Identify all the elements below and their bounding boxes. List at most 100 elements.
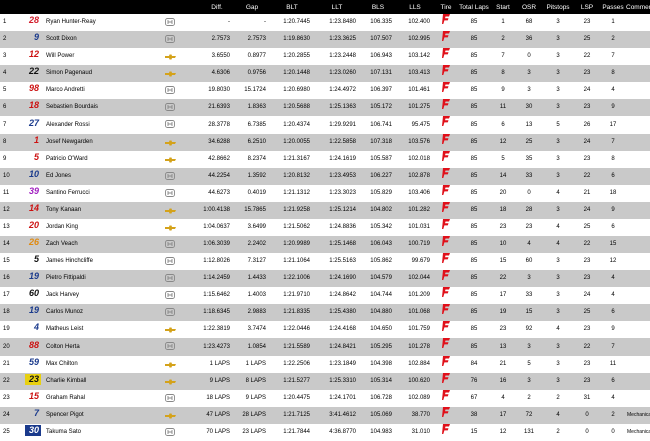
driver-name[interactable]: Josef Newgarden [44, 133, 140, 151]
engine-logo-icon [165, 291, 175, 300]
table-row[interactable]: 24 7 Spencer Pigot 47 LAPS 28 LAPS 1:21.… [0, 406, 650, 424]
table-row[interactable]: 21 59 Max Chilton 1 LAPS 1 LAPS 1:22.250… [0, 355, 650, 373]
blt: 1:21.8335 [270, 304, 314, 322]
table-row[interactable]: 3 12 Will Power 3.6550 0.8977 1:20.2855 … [0, 48, 650, 66]
osr: 28 [516, 201, 542, 219]
table-row[interactable]: 16 19 Pietro Fittipaldi 1:14.2459 1.4433… [0, 270, 650, 288]
driver-name[interactable]: Max Chilton [44, 355, 140, 373]
engine-logo-cell [140, 31, 200, 49]
col-start[interactable]: Start [490, 0, 516, 14]
driver-name[interactable]: Spencer Pigot [44, 406, 140, 424]
driver-name[interactable]: Santino Ferrucci [44, 184, 140, 202]
col-bls[interactable]: BLS [360, 0, 396, 14]
table-row[interactable]: 4 22 Simon Pagenaud 4.6306 0.9756 1:20.1… [0, 65, 650, 83]
lsp: 23 [574, 253, 600, 271]
car-number-cell: 26 [22, 236, 44, 254]
driver-name[interactable]: Jordan King [44, 218, 140, 237]
tire-cell [434, 355, 458, 373]
table-row[interactable]: 14 26 Zach Veach 1:06.3039 2.2402 1:20.9… [0, 236, 650, 254]
table-row[interactable]: 12 14 Tony Kanaan 1:00.4138 15.7865 1:21… [0, 201, 650, 219]
driver-name[interactable]: Pietro Fittipaldi [44, 270, 140, 288]
car-number-cell: 98 [22, 82, 44, 100]
table-row[interactable]: 25 30 Takuma Sato 70 LAPS 23 LAPS 1:21.7… [0, 423, 650, 441]
table-row[interactable]: 11 39 Santino Ferrucci 44.6273 0.4019 1:… [0, 184, 650, 202]
gap: 1.4003 [234, 287, 270, 305]
table-row[interactable]: 7 27 Alexander Rossi 28.3778 6.7385 1:20… [0, 116, 650, 134]
engine-logo-cell [140, 423, 200, 441]
diff: 34.6288 [200, 133, 234, 151]
col-pitstops[interactable]: Pitstops [542, 0, 574, 14]
table-row[interactable]: 8 1 Josef Newgarden 34.6288 6.2510 1:20.… [0, 133, 650, 151]
firestone-tire-icon [442, 133, 450, 151]
table-row[interactable]: 18 19 Carlos Munoz 1:18.6345 2.9883 1:21… [0, 304, 650, 322]
driver-name[interactable]: Carlos Munoz [44, 304, 140, 322]
comment [626, 14, 650, 32]
driver-name[interactable]: Graham Rahal [44, 389, 140, 407]
driver-name[interactable]: Will Power [44, 48, 140, 66]
gap: 2.7573 [234, 31, 270, 49]
table-row[interactable]: 20 88 Colton Herta 1:23.4273 1.0854 1:21… [0, 338, 650, 356]
table-row[interactable]: 19 4 Matheus Leist 1:22.3819 3.7474 1:22… [0, 321, 650, 339]
col-lls[interactable]: LLS [396, 0, 434, 14]
driver-name[interactable]: Takuma Sato [44, 423, 140, 441]
firestone-tire-icon [442, 82, 450, 99]
driver-name[interactable]: James Hinchcliffe [44, 253, 140, 271]
total-laps: 85 [458, 150, 490, 168]
total-laps: 85 [458, 48, 490, 66]
tire-cell [434, 372, 458, 390]
table-row[interactable]: 17 60 Jack Harvey 1:15.6462 1.4003 1:21.… [0, 287, 650, 305]
position: 21 [0, 355, 22, 373]
col-passes[interactable]: Passes [600, 0, 626, 14]
driver-name[interactable]: Matheus Leist [44, 321, 140, 339]
osr: 35 [516, 150, 542, 168]
lsp: 22 [574, 167, 600, 185]
table-row[interactable]: 5 98 Marco Andretti 19.8030 15.1724 1:20… [0, 82, 650, 100]
blt: 1:22.1006 [270, 270, 314, 288]
position: 10 [0, 167, 22, 185]
bls: 105.342 [360, 218, 396, 237]
llt: 4:36.8770 [314, 423, 360, 441]
table-row[interactable]: 10 10 Ed Jones 44.2254 1.3592 1:20.8132 … [0, 167, 650, 185]
col-tire[interactable]: Tire [434, 0, 458, 14]
bls: 107.507 [360, 31, 396, 49]
table-row[interactable]: 6 18 Sebastien Bourdais 21.6393 1.8363 1… [0, 99, 650, 117]
car-number-cell: 20 [22, 218, 44, 237]
col-diff[interactable]: Diff. [200, 0, 234, 14]
col-comment[interactable]: Comment [626, 0, 650, 14]
table-row[interactable]: 9 5 Patricio O'Ward 42.8662 8.2374 1:21.… [0, 150, 650, 168]
driver-name[interactable]: Charlie Kimball [44, 372, 140, 390]
col-total-laps[interactable]: Total Laps [458, 0, 490, 14]
driver-name[interactable]: Tony Kanaan [44, 201, 140, 219]
driver-name[interactable]: Scott Dixon [44, 31, 140, 49]
passes: 9 [600, 321, 626, 339]
col-osr[interactable]: OSR [516, 0, 542, 14]
pitstops: 3 [542, 287, 574, 305]
driver-name[interactable]: Colton Herta [44, 338, 140, 356]
car-number: 28 [28, 15, 39, 26]
comment [626, 65, 650, 83]
driver-name[interactable]: Simon Pagenaud [44, 65, 140, 83]
driver-name[interactable]: Ed Jones [44, 167, 140, 185]
driver-name[interactable]: Ryan Hunter-Reay [44, 14, 140, 32]
driver-name[interactable]: Jack Harvey [44, 287, 140, 305]
start: 11 [490, 99, 516, 117]
driver-name[interactable]: Marco Andretti [44, 82, 140, 100]
table-row[interactable]: 23 15 Graham Rahal 18 LAPS 9 LAPS 1:20.4… [0, 389, 650, 407]
table-row[interactable]: 15 5 James Hinchcliffe 1:12.8026 7.3127 … [0, 253, 650, 271]
driver-name[interactable]: Patricio O'Ward [44, 150, 140, 168]
table-row[interactable]: 2 9 Scott Dixon 2.7573 2.7573 1:19.8630 … [0, 31, 650, 49]
table-row[interactable]: 1 28 Ryan Hunter-Reay - - 1:20.7445 1:23… [0, 14, 650, 32]
col-blt[interactable]: BLT [270, 0, 314, 14]
driver-name[interactable]: Zach Veach [44, 236, 140, 254]
pitstops: 3 [542, 82, 574, 100]
pitstops: 3 [542, 270, 574, 288]
table-row[interactable]: 22 23 Charlie Kimball 9 LAPS 8 LAPS 1:21… [0, 372, 650, 390]
table-row[interactable]: 13 20 Jordan King 1:04.0637 3.6499 1:21.… [0, 218, 650, 237]
gap: 6.7385 [234, 116, 270, 134]
col-lsp[interactable]: LSP [574, 0, 600, 14]
driver-name[interactable]: Alexander Rossi [44, 116, 140, 134]
col-llt[interactable]: LLT [314, 0, 360, 14]
engine-logo-cell [140, 184, 200, 202]
col-gap[interactable]: Gap [234, 0, 270, 14]
driver-name[interactable]: Sebastien Bourdais [44, 99, 140, 117]
